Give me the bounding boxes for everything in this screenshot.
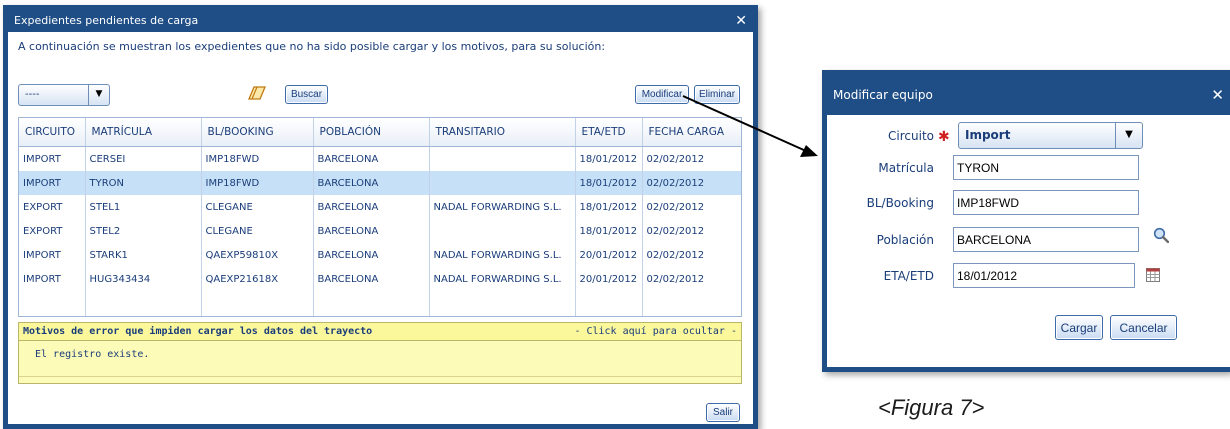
eta-label: ETA/ETD xyxy=(883,269,934,283)
cargar-button[interactable]: Cargar xyxy=(1055,315,1103,340)
eta-date-input[interactable] xyxy=(953,263,1135,288)
calendar-icon[interactable] xyxy=(1146,268,1160,282)
close-icon[interactable]: ✕ xyxy=(1211,75,1224,115)
booking-input[interactable] xyxy=(953,190,1139,215)
cancelar-button[interactable]: Cancelar xyxy=(1110,315,1177,340)
matricula-label: Matrícula xyxy=(878,161,934,175)
dialog-titlebar: Modificar equipo ✕ xyxy=(827,75,1230,115)
chevron-down-icon[interactable]: ▼ xyxy=(1115,123,1142,148)
search-icon[interactable] xyxy=(1153,227,1169,243)
required-asterisk-icon: ✱ xyxy=(938,129,950,145)
circuito-select-value: Import xyxy=(965,128,1011,142)
poblacion-input[interactable] xyxy=(953,227,1139,252)
dialog-title: Modificar equipo xyxy=(833,88,933,102)
figure-caption: <Figura 7> xyxy=(878,395,985,420)
poblacion-label: Población xyxy=(876,233,934,247)
modify-equipment-dialog: Modificar equipo ✕ Circuito ✱ Import ▼ M… xyxy=(822,70,1230,372)
circuito-label: Circuito xyxy=(888,129,934,143)
matricula-input[interactable] xyxy=(953,155,1139,180)
circuito-select[interactable]: Import ▼ xyxy=(958,122,1143,149)
booking-label: BL/Booking xyxy=(866,196,934,210)
